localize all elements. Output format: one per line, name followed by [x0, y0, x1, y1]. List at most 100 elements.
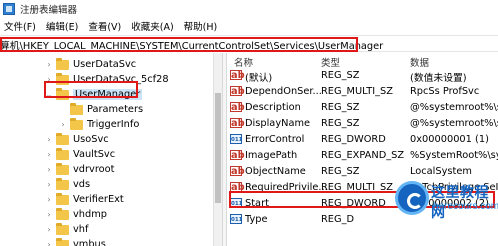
- string-value-icon: ab: [230, 70, 245, 81]
- value-row[interactable]: 011 ErrorControl REG_DWORD 0x00000001 (1): [228, 132, 498, 147]
- tree-item-label: UserDataSvc_5cf28: [73, 74, 169, 85]
- folder-icon: [56, 192, 69, 205]
- tree-item[interactable]: › UserDataSvc: [44, 57, 136, 72]
- menu-favorites[interactable]: 收藏夹(A): [131, 19, 173, 33]
- tree-item[interactable]: › VerifierExt: [44, 192, 124, 207]
- value-row[interactable]: ab ImagePath REG_EXPAND_SZ %SystemRoot%\sys: [228, 148, 498, 163]
- value-data: 0x00000001 (1): [410, 134, 489, 145]
- chevron-right-icon[interactable]: ›: [44, 195, 54, 205]
- value-data: LocalSystem: [410, 166, 472, 177]
- watermark-subtitle: herecours.com: [433, 201, 498, 212]
- folder-icon: [56, 87, 69, 100]
- tree-item-label: vds: [73, 179, 91, 190]
- chevron-right-icon[interactable]: ›: [44, 225, 54, 235]
- menu-bar: 文件(F) 编辑(E) 查看(V) 收藏夹(A) 帮助(H): [0, 18, 498, 34]
- chevron-right-icon[interactable]: ›: [44, 75, 54, 85]
- folder-icon: [56, 222, 69, 235]
- value-data: @%systemroot%\sy: [410, 118, 498, 129]
- tree-item[interactable]: › vds: [44, 177, 90, 192]
- value-data: (数值未设置): [410, 73, 467, 84]
- tree-item[interactable]: › TriggerInfo: [58, 117, 139, 132]
- value-row[interactable]: ab DisplayName REG_SZ @%systemroot%\sy: [228, 116, 498, 131]
- chevron-right-icon[interactable]: ›: [58, 120, 68, 130]
- column-type-header[interactable]: 类型: [321, 55, 340, 69]
- tree-scrollbar[interactable]: [213, 53, 222, 246]
- registry-tree: › UserDataSvc › UserDataSvc_5cf28 ⌄ UserManag…: [0, 53, 222, 246]
- value-row[interactable]: ab (默认) REG_SZ (数值未设置): [228, 68, 498, 84]
- values-header: 名称 类型 数据: [228, 53, 498, 69]
- pane-splitter[interactable]: [222, 53, 227, 246]
- folder-icon: [56, 147, 69, 160]
- tree-item-label: VerifierExt: [73, 194, 124, 205]
- tree-item-label: TriggerInfo: [87, 119, 140, 130]
- tree-item-label: VaultSvc: [73, 149, 116, 160]
- tree-item[interactable]: ⌄ UserManager: [44, 87, 143, 102]
- tree-item[interactable]: › vmbus: [44, 237, 106, 246]
- folder-icon: [56, 72, 69, 85]
- value-type: REG_SZ: [321, 102, 360, 113]
- chevron-right-icon[interactable]: ›: [44, 180, 54, 190]
- column-data-header[interactable]: 数据: [410, 55, 429, 69]
- value-type: REG_DWORD: [321, 198, 386, 209]
- menu-help[interactable]: 帮助(H): [184, 19, 218, 33]
- value-name: Start: [245, 198, 269, 209]
- tree-item[interactable]: › VaultSvc: [44, 147, 115, 162]
- value-row[interactable]: ab DependOnSer... REG_MULTI_SZ RpcSs ProfSv…: [228, 84, 498, 99]
- menu-view[interactable]: 查看(V): [88, 19, 121, 33]
- binary-value-icon: 011: [230, 198, 242, 208]
- value-type: REG_D: [321, 214, 355, 225]
- tree-item[interactable]: › UsoSvc: [44, 132, 109, 147]
- string-value-icon: ab: [230, 86, 245, 97]
- tree-item-label: vhf: [73, 224, 89, 235]
- chevron-right-icon[interactable]: ›: [44, 165, 54, 175]
- chevron-right-icon[interactable]: [58, 105, 68, 115]
- tree-item[interactable]: › vhdmp: [44, 207, 107, 222]
- folder-icon: [70, 102, 83, 115]
- value-type: REG_MULTI_SZ: [321, 182, 393, 193]
- column-name-header[interactable]: 名称: [234, 55, 253, 69]
- value-data: RpcSs ProfSvc: [410, 86, 480, 97]
- chevron-right-icon[interactable]: ›: [44, 135, 54, 145]
- value-type: REG_SZ: [321, 166, 360, 177]
- value-name: DisplayName: [245, 118, 311, 129]
- tree-item[interactable]: › vhf: [44, 222, 88, 237]
- value-name: RequiredPrivile...: [245, 182, 328, 193]
- tree-item[interactable]: › vdrvroot: [44, 162, 114, 177]
- value-data: %SystemRoot%\sys: [410, 150, 498, 161]
- value-name: (默认): [245, 73, 273, 84]
- chevron-right-icon[interactable]: ›: [44, 150, 54, 160]
- chevron-down-icon[interactable]: ⌄: [44, 90, 54, 100]
- chevron-right-icon[interactable]: ›: [44, 60, 54, 70]
- folder-icon: [56, 57, 69, 70]
- binary-value-icon: 011: [230, 214, 242, 224]
- window-title: 注册表编辑器: [20, 5, 78, 16]
- tree-scrollbar-thumb[interactable]: [215, 93, 221, 203]
- folder-icon: [56, 207, 69, 220]
- chevron-right-icon[interactable]: ›: [44, 210, 54, 220]
- binary-value-icon: 011: [230, 134, 242, 144]
- value-name: Type: [245, 214, 268, 225]
- address-bar[interactable]: 算机\HKEY_LOCAL_MACHINE\SYSTEM\CurrentCont…: [0, 35, 498, 52]
- tree-item-label: vdrvroot: [73, 164, 115, 175]
- tree-item-label: UserManager: [73, 89, 143, 100]
- value-type: REG_SZ: [321, 118, 360, 129]
- value-name: Description: [245, 102, 301, 113]
- value-type: REG_DWORD: [321, 134, 386, 145]
- tree-item[interactable]: Parameters: [58, 102, 143, 117]
- tree-item-label: vmbus: [73, 239, 106, 246]
- tree-item-label: Parameters: [87, 104, 144, 115]
- string-value-icon: ab: [230, 182, 245, 193]
- folder-icon: [70, 117, 83, 130]
- tree-item[interactable]: › UserDataSvc_5cf28: [44, 72, 169, 87]
- value-type: REG_MULTI_SZ: [321, 86, 393, 97]
- string-value-icon: ab: [230, 150, 245, 161]
- value-row[interactable]: ab Description REG_SZ @%systemroot%\sy: [228, 100, 498, 115]
- value-data: @%systemroot%\sy: [410, 102, 498, 113]
- value-row[interactable]: ab ObjectName REG_SZ LocalSystem: [228, 164, 498, 179]
- chevron-right-icon[interactable]: ›: [44, 240, 54, 246]
- title-bar: 注册表编辑器: [0, 0, 498, 18]
- menu-file[interactable]: 文件(F): [4, 19, 36, 33]
- menu-edit[interactable]: 编辑(E): [46, 19, 78, 33]
- address-path[interactable]: 算机\HKEY_LOCAL_MACHINE\SYSTEM\CurrentCont…: [0, 38, 383, 52]
- tree-item-label: UserDataSvc: [73, 59, 137, 70]
